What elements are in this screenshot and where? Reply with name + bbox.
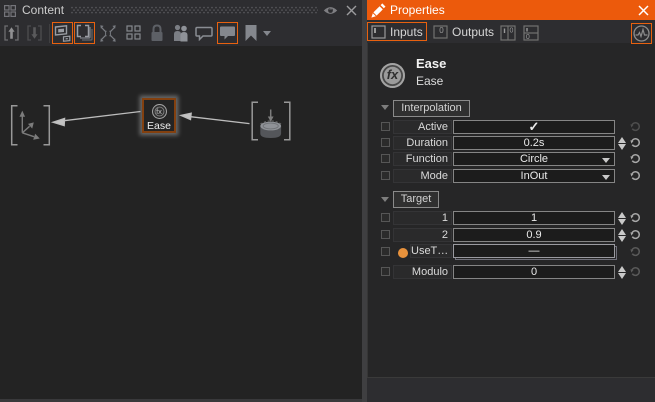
svg-text:0: 0 <box>439 26 444 35</box>
svg-text:0: 0 <box>526 34 530 41</box>
svg-text:0: 0 <box>510 28 514 35</box>
